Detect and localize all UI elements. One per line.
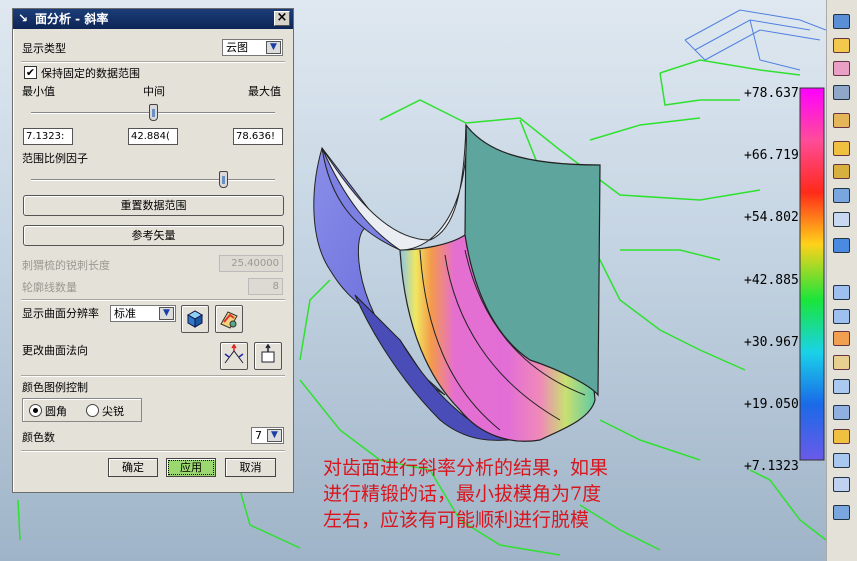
mid-slider-thumb[interactable] xyxy=(149,104,158,121)
contour-count-field: 8 xyxy=(248,278,283,295)
apply-button[interactable]: 应用 xyxy=(166,458,216,477)
surface-icon[interactable] xyxy=(833,285,850,300)
right-toolbar xyxy=(826,0,857,561)
display-type-label: 显示类型 xyxy=(22,42,66,55)
mid-value-field[interactable]: 42.884( xyxy=(128,128,178,145)
color-legend-bar xyxy=(799,87,825,461)
reverse-normal-icon[interactable] xyxy=(254,342,282,370)
scale-factor-label: 范围比例因子 xyxy=(22,152,88,165)
divider xyxy=(21,450,285,452)
max-label: 最大值 xyxy=(248,85,281,98)
view-icon[interactable] xyxy=(833,14,850,29)
hedgehog-length-field: 25.40000 xyxy=(219,255,283,272)
contour-count-label: 轮廓线数量 xyxy=(22,281,77,294)
legend-value: +42.885 xyxy=(744,273,799,288)
cancel-button[interactable]: 取消 xyxy=(225,458,276,477)
dialog-menu-icon[interactable]: ↘ xyxy=(18,11,31,25)
angle-icon[interactable] xyxy=(833,164,850,179)
check-icon[interactable] xyxy=(833,453,850,468)
chevron-down-icon[interactable]: ▼ xyxy=(266,41,281,54)
annotation-line: 进行精锻的话，最小拔模角为7度 xyxy=(323,483,602,505)
legend-value: +66.719 xyxy=(744,148,799,163)
surface-resolution-value: 标准 xyxy=(114,307,136,320)
min-label: 最小值 xyxy=(22,85,55,98)
slope-icon[interactable] xyxy=(833,309,850,324)
analysis-icon[interactable] xyxy=(833,113,850,128)
reference-vector-button[interactable]: 参考矢量 xyxy=(23,225,284,246)
section-icon[interactable] xyxy=(833,85,850,100)
display-type-value: 云图 xyxy=(226,41,248,54)
legend-style-group: 圆角 尖锐 xyxy=(22,398,142,422)
min-value-field[interactable]: 7.1323: xyxy=(23,128,73,145)
curve-icon[interactable] xyxy=(833,61,850,76)
divider xyxy=(21,61,285,63)
scale-slider-thumb[interactable] xyxy=(219,171,228,188)
mid-label: 中间 xyxy=(143,85,165,98)
annotation-line: 对齿面进行斜率分析的结果，如果 xyxy=(323,457,609,479)
surface-resolution-select[interactable]: 标准 ▼ xyxy=(110,305,176,322)
draft-icon[interactable] xyxy=(833,355,850,370)
legend-value: +78.637 xyxy=(744,86,799,101)
ok-button[interactable]: 确定 xyxy=(108,458,158,477)
legend-control-label: 颜色图例控制 xyxy=(22,381,88,394)
surface-settings-icon[interactable] xyxy=(215,305,243,333)
box-icon[interactable] xyxy=(833,188,850,203)
display-type-select[interactable]: 云图 ▼ xyxy=(222,39,283,56)
shaded-cube-icon[interactable] xyxy=(181,305,209,333)
hedgehog-length-label: 刺猬梳的锐刺长度 xyxy=(22,259,110,272)
dialog-title: 面分析 - 斜率 xyxy=(35,12,109,26)
radio-sharp-label: 尖锐 xyxy=(102,405,124,418)
cylinder-icon[interactable] xyxy=(833,238,850,253)
deviation-icon[interactable] xyxy=(833,405,850,420)
keep-range-label: 保持固定的数据范围 xyxy=(41,67,140,80)
export-icon[interactable] xyxy=(833,505,850,520)
keep-range-checkbox[interactable]: ✔ xyxy=(24,66,37,79)
surface-resolution-label: 显示曲面分辨率 xyxy=(22,307,99,320)
color-count-select[interactable]: 7 ▼ xyxy=(251,427,284,444)
grid-icon[interactable] xyxy=(833,212,850,227)
annotation-line: 左右，应该有可能顺利进行脱模 xyxy=(323,509,590,531)
curvature-icon[interactable] xyxy=(833,477,850,492)
chevron-down-icon[interactable]: ▼ xyxy=(159,307,174,320)
dialog-titlebar[interactable]: ↘ 面分析 - 斜率 × xyxy=(13,9,293,29)
color-count-value: 7 xyxy=(255,429,262,442)
gap-icon[interactable] xyxy=(833,429,850,444)
close-button[interactable]: × xyxy=(274,11,290,26)
max-value-field[interactable]: 78.636! xyxy=(233,128,283,145)
color-count-label: 颜色数 xyxy=(22,431,55,444)
annotation-text: 对齿面进行斜率分析的结果，如果 进行精锻的话，最小拔模角为7度 左右，应该有可能… xyxy=(323,455,753,533)
chevron-down-icon[interactable]: ▼ xyxy=(267,429,282,442)
radio-sharp[interactable] xyxy=(86,404,99,417)
radio-round[interactable] xyxy=(29,404,42,417)
reflection-icon[interactable] xyxy=(833,379,850,394)
shade-icon[interactable] xyxy=(833,38,850,53)
flip-normal-icon[interactable] xyxy=(220,342,248,370)
change-normal-label: 更改曲面法向 xyxy=(22,344,88,357)
legend-value: +30.967 xyxy=(744,335,799,350)
face-analysis-dialog: ↘ 面分析 - 斜率 × 显示类型 云图 ▼ ✔ 保持固定的数据范围 最小值 中… xyxy=(12,8,294,493)
divider xyxy=(21,299,285,301)
radio-round-label: 圆角 xyxy=(45,405,67,418)
radius-icon[interactable] xyxy=(833,331,850,346)
legend-value: +54.802 xyxy=(744,210,799,225)
legend-value: +19.050 xyxy=(744,397,799,412)
scale-slider-track[interactable] xyxy=(31,179,275,181)
measure-icon[interactable] xyxy=(833,141,850,156)
reset-range-button[interactable]: 重置数据范围 xyxy=(23,195,284,216)
divider xyxy=(21,375,285,377)
